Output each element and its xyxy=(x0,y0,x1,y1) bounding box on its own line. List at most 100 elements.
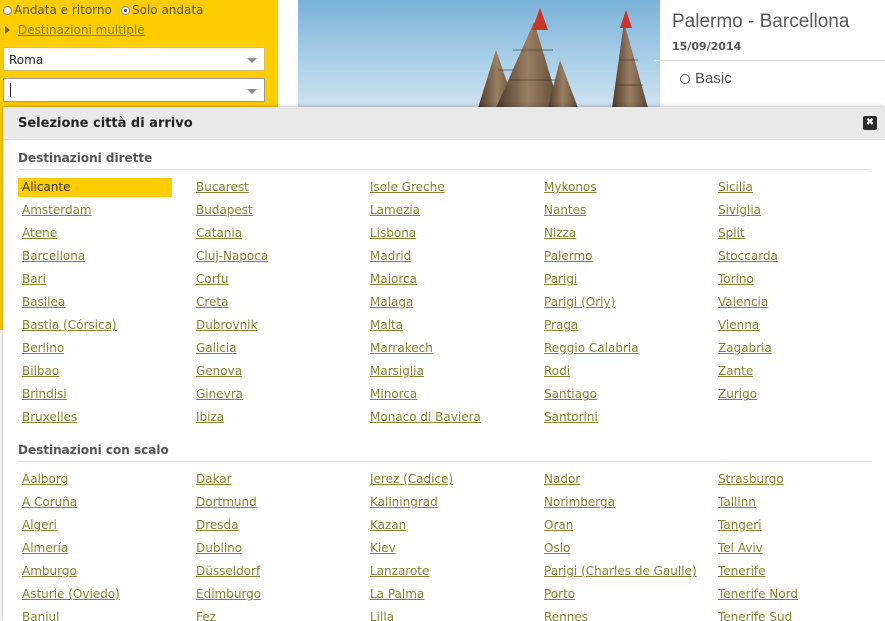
destination-link[interactable]: Vienna xyxy=(714,316,868,335)
destination-link[interactable]: Amburgo xyxy=(18,562,172,581)
destination-link[interactable]: Parigi xyxy=(540,270,694,289)
destination-link[interactable]: Oran xyxy=(540,516,694,535)
destination-link[interactable]: Dublino xyxy=(192,539,346,558)
destination-link[interactable]: Parigi (Orly) xyxy=(540,293,694,312)
destination-link[interactable]: Tenerife Nord xyxy=(714,585,868,604)
destination-link[interactable]: Asturie (Oviedo) xyxy=(18,585,172,604)
trip-type-roundtrip[interactable]: Andata e ritorno xyxy=(3,3,112,17)
destination-link[interactable]: Brindisi xyxy=(18,385,172,404)
destination-link[interactable]: Strasburgo xyxy=(714,470,868,489)
destination-link[interactable]: Nantes xyxy=(540,201,694,220)
destination-link[interactable]: Alicante xyxy=(18,178,172,197)
destination-link[interactable]: Malaga xyxy=(366,293,520,312)
destination-link[interactable]: Banjul xyxy=(18,608,172,621)
destination-link[interactable]: Dakar xyxy=(192,470,346,489)
destination-link[interactable]: Reggio Calabria xyxy=(540,339,694,358)
destination-link[interactable]: Lilla xyxy=(366,608,520,621)
destination-link[interactable]: Cluj-Napoca xyxy=(192,247,346,266)
destination-link[interactable]: Maiorca xyxy=(366,270,520,289)
destination-link[interactable]: Valencia xyxy=(714,293,868,312)
destination-link[interactable]: Marrakech xyxy=(366,339,520,358)
destination-link[interactable]: Atene xyxy=(18,224,172,243)
destination-input[interactable] xyxy=(3,78,265,102)
destination-link[interactable]: Oslo xyxy=(540,539,694,558)
close-button[interactable]: ✖ xyxy=(863,116,877,130)
destination-link[interactable]: Siviglia xyxy=(714,201,868,220)
destination-link[interactable]: Tel Aviv xyxy=(714,539,868,558)
destination-link[interactable]: Nador xyxy=(540,470,694,489)
destination-link[interactable]: Monaco di Baviera xyxy=(366,408,520,427)
radio-icon[interactable] xyxy=(3,5,12,15)
destination-link[interactable]: Galicia xyxy=(192,339,346,358)
origin-select[interactable]: Roma xyxy=(3,47,265,71)
destination-link[interactable]: Zagabria xyxy=(714,339,868,358)
destination-link[interactable]: Catania xyxy=(192,224,346,243)
destination-link[interactable]: Barcellona xyxy=(18,247,172,266)
destination-link[interactable]: Genova xyxy=(192,362,346,381)
destination-link[interactable]: Madrid xyxy=(366,247,520,266)
destination-link[interactable]: Bari xyxy=(18,270,172,289)
destination-link[interactable]: Budapest xyxy=(192,201,346,220)
destination-link[interactable]: Lamezia xyxy=(366,201,520,220)
destination-link[interactable]: Bruxelles xyxy=(18,408,172,427)
destination-link[interactable]: Almería xyxy=(18,539,172,558)
destination-link[interactable]: Porto xyxy=(540,585,694,604)
destination-link[interactable]: Tenerife xyxy=(714,562,868,581)
destination-link[interactable]: Palermo xyxy=(540,247,694,266)
destination-link[interactable]: Sicilia xyxy=(714,178,868,197)
destination-link[interactable]: Norimberga xyxy=(540,493,694,512)
destination-link[interactable]: Ginevra xyxy=(192,385,346,404)
destination-link[interactable]: Bastia (Córsica) xyxy=(18,316,172,335)
destination-link[interactable]: Rodi xyxy=(540,362,694,381)
destination-link[interactable]: Aalborg xyxy=(18,470,172,489)
destination-link[interactable]: Lisbona xyxy=(366,224,520,243)
destination-link[interactable]: Isole Greche xyxy=(366,178,520,197)
destination-link[interactable]: Ibiza xyxy=(192,408,346,427)
destination-link[interactable]: Tenerife Sud xyxy=(714,608,868,621)
destination-link[interactable]: Edimburgo xyxy=(192,585,346,604)
destination-link[interactable]: Santiago xyxy=(540,385,694,404)
destination-link[interactable]: Tallinn xyxy=(714,493,868,512)
destination-link[interactable]: Basilea xyxy=(18,293,172,312)
destination-link[interactable]: Fez xyxy=(192,608,346,621)
destination-link[interactable]: Berlino xyxy=(18,339,172,358)
destination-link[interactable]: Bilbao xyxy=(18,362,172,381)
destination-link[interactable]: Minorca xyxy=(366,385,520,404)
destination-link[interactable]: Marsiglia xyxy=(366,362,520,381)
destination-link[interactable]: Dresda xyxy=(192,516,346,535)
destination-link[interactable]: Rennes xyxy=(540,608,694,621)
destination-link[interactable]: Santorini xyxy=(540,408,694,427)
destination-link[interactable]: A Coruña xyxy=(18,493,172,512)
destination-link[interactable]: Amsterdam xyxy=(18,201,172,220)
destination-link[interactable]: Split xyxy=(714,224,868,243)
destination-link[interactable]: Dubrovnik xyxy=(192,316,346,335)
destination-link[interactable]: Nizza xyxy=(540,224,694,243)
radio-checked-icon[interactable] xyxy=(121,5,130,15)
destination-link[interactable]: Parigi (Charles de Gaulle) xyxy=(540,562,697,581)
destination-link[interactable]: Zurigo xyxy=(714,385,868,404)
destination-link[interactable]: Corfu xyxy=(192,270,346,289)
destination-link[interactable]: Bucarest xyxy=(192,178,346,197)
multi-destination-link[interactable]: Destinazioni multiple xyxy=(5,23,145,37)
destination-link[interactable]: Jerez (Cadice) xyxy=(366,470,520,489)
chevron-down-icon[interactable] xyxy=(247,58,257,63)
destination-link[interactable]: Kazan xyxy=(366,516,520,535)
chevron-down-icon[interactable] xyxy=(247,89,257,94)
destination-link[interactable]: Mykonos xyxy=(540,178,694,197)
destination-link[interactable]: Düsseldorf xyxy=(192,562,346,581)
destination-link[interactable]: Algeri xyxy=(18,516,172,535)
destination-link[interactable]: Tangeri xyxy=(714,516,868,535)
destination-link[interactable]: Praga xyxy=(540,316,694,335)
destination-link[interactable]: Dortmund xyxy=(192,493,346,512)
trip-type-oneway[interactable]: Solo andata xyxy=(121,3,203,17)
destination-link[interactable]: Zante xyxy=(714,362,868,381)
destination-link[interactable]: Stoccarda xyxy=(714,247,868,266)
destination-link[interactable]: La Palma xyxy=(366,585,520,604)
destination-link[interactable]: Creta xyxy=(192,293,346,312)
destination-link[interactable]: Kiev xyxy=(366,539,520,558)
radio-icon[interactable] xyxy=(680,73,690,84)
destination-link[interactable]: Malta xyxy=(366,316,520,335)
destination-link[interactable]: Lanzarote xyxy=(366,562,520,581)
destination-link[interactable]: Kaliningrad xyxy=(366,493,520,512)
fare-option-basic[interactable]: Basic xyxy=(680,70,732,87)
